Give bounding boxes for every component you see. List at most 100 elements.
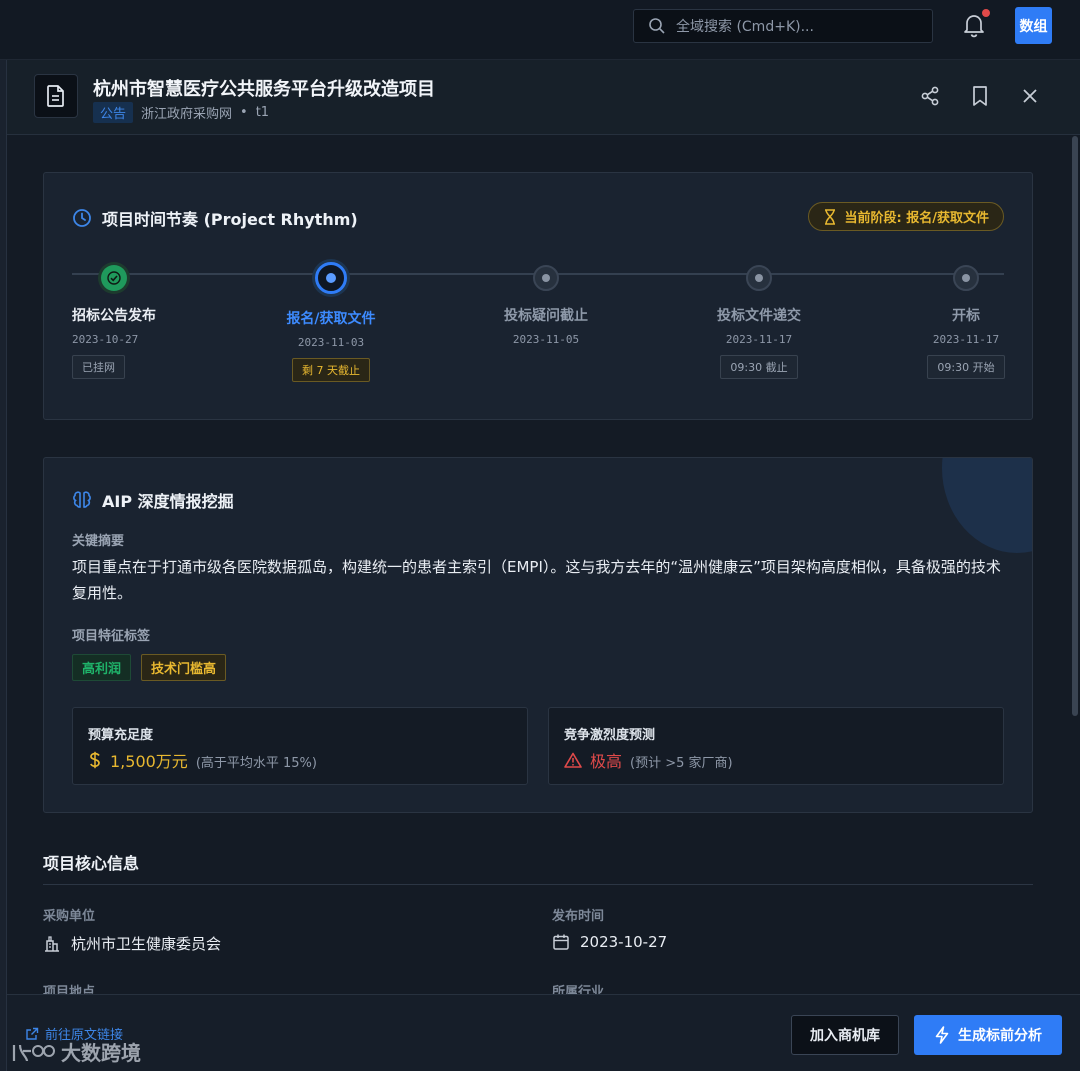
pending-node-icon	[953, 265, 979, 291]
current-stage-badge: 当前阶段: 报名/获取文件	[807, 202, 1004, 231]
step-date: 2023-11-17	[932, 333, 1000, 346]
budget-value: 1,500万元	[110, 752, 188, 771]
competition-stat: 竞争激烈度预测 极高 (预计 >5 家厂商)	[548, 707, 1004, 785]
calendar-icon	[553, 934, 569, 950]
competition-value-row: 极高 (预计 >5 家厂商)	[564, 748, 733, 772]
current-stage-text: 当前阶段: 报名/获取文件	[844, 211, 989, 226]
timeline-step-1[interactable]: 招标公告发布 2023-10-27 已挂网	[72, 265, 212, 379]
page-title: 杭州市智慧医疗公共服务平台升级改造项目	[93, 79, 435, 100]
publish-value: 2023-10-27	[580, 933, 668, 951]
building-icon	[45, 935, 59, 952]
step-name: 投标文件递交	[717, 308, 801, 324]
buyer-value-row: 杭州市卫生健康委员会	[43, 933, 221, 954]
competition-value: 极高	[590, 752, 623, 771]
project-detail-panel: 杭州市智慧医疗公共服务平台升级改造项目 公告 浙江政府采购网 • t1 项目时间…	[6, 60, 1080, 1071]
pending-node-icon	[533, 265, 559, 291]
aip-title: AIP 深度情报挖掘	[72, 488, 234, 512]
source-name: 浙江政府采购网	[141, 107, 233, 122]
key-summary-text: 项目重点在于打通市级各医院数据孤岛，构建统一的患者主索引（EMPI）。这与我方去…	[72, 558, 1001, 602]
budget-value-row: 1,500万元 (高于平均水平 15%)	[88, 748, 317, 772]
step-badge: 已挂网	[72, 355, 125, 379]
buyer-value: 杭州市卫生健康委员会	[71, 935, 222, 953]
watermark-logo-icon	[12, 1044, 55, 1061]
pending-node-icon	[746, 265, 772, 291]
bookmark-icon	[973, 86, 987, 106]
lightning-icon	[935, 1026, 949, 1044]
app-topbar: 全域搜索 (Cmd+K)... 数组	[0, 0, 1080, 60]
panel-scroll-content[interactable]: 项目时间节奏 (Project Rhythm) 当前阶段: 报名/获取文件 招标…	[7, 136, 1080, 994]
notice-type-tag: 公告	[93, 102, 134, 123]
clock-icon	[73, 209, 91, 227]
notification-dot	[982, 9, 990, 17]
industry-label: 所属行业	[552, 985, 605, 994]
rhythm-title: 项目时间节奏 (Project Rhythm)	[72, 206, 358, 230]
location-field: 项目地点	[43, 981, 95, 994]
add-to-opportunities-button[interactable]: 加入商机库	[791, 1015, 899, 1055]
bookmark-button[interactable]	[968, 84, 992, 108]
location-label: 项目地点	[43, 985, 96, 994]
global-search-input[interactable]: 全域搜索 (Cmd+K)...	[633, 9, 933, 43]
step-date: 2023-10-27	[72, 333, 139, 346]
budget-stat: 预算充足度 1,500万元 (高于平均水平 15%)	[72, 707, 528, 785]
share-icon	[921, 86, 939, 106]
step-name: 招标公告发布	[72, 308, 156, 324]
tags-label: 项目特征标签	[72, 629, 151, 644]
summary-label: 关键摘要	[72, 534, 125, 549]
close-icon	[1023, 89, 1037, 103]
generate-analysis-label: 生成标前分析	[958, 1028, 1042, 1044]
budget-label: 预算充足度	[88, 728, 154, 743]
search-icon	[649, 18, 665, 34]
deadline-badge: 剩 7 天截止	[292, 358, 370, 382]
industry-field: 所属行业	[552, 981, 604, 994]
feature-tags: 高利润 技术门槛高	[72, 654, 227, 681]
project-rhythm-card: 项目时间节奏 (Project Rhythm) 当前阶段: 报名/获取文件 招标…	[43, 172, 1033, 420]
publish-value-row: 2023-10-27	[552, 933, 667, 951]
core-info-divider	[43, 884, 1033, 885]
generate-analysis-button[interactable]: 生成标前分析	[914, 1015, 1062, 1055]
step-date: 2023-11-17	[725, 333, 793, 346]
share-button[interactable]	[918, 84, 942, 108]
step-name: 报名/获取文件	[286, 311, 376, 327]
active-node-icon	[315, 262, 347, 294]
tag-high-barrier: 技术门槛高	[141, 654, 227, 681]
step-date: 2023-11-03	[297, 336, 365, 349]
project-meta: 公告 浙江政府采购网 • t1	[93, 102, 269, 123]
step-badge: 09:30 开始	[927, 355, 1005, 379]
scrollbar-thumb[interactable]	[1072, 136, 1078, 716]
close-button[interactable]	[1018, 84, 1042, 108]
brain-icon	[73, 491, 91, 508]
project-ref: t1	[255, 105, 270, 120]
step-name: 开标	[952, 308, 980, 324]
aip-intel-card: AIP 深度情报挖掘 关键摘要 项目重点在于打通市级各医院数据孤岛，构建统一的患…	[43, 457, 1033, 813]
decorative-circle	[942, 458, 1032, 553]
warning-icon	[564, 752, 582, 768]
step-date: 2023-11-05	[512, 333, 580, 346]
timeline-step-3[interactable]: 投标疑问截止 2023-11-05	[476, 265, 616, 346]
budget-note: (高于平均水平 15%)	[195, 756, 317, 771]
search-placeholder: 全域搜索 (Cmd+K)...	[676, 19, 814, 35]
meta-separator: •	[240, 105, 248, 120]
step-name: 投标疑问截止	[504, 308, 588, 324]
document-icon	[34, 74, 78, 118]
competition-label: 竞争激烈度预测	[564, 728, 656, 743]
competition-note: (预计 >5 家厂商)	[630, 756, 733, 771]
watermark-text: 大数跨境	[61, 1041, 141, 1065]
buyer-field: 采购单位 杭州市卫生健康委员会	[43, 905, 221, 954]
panel-footer: 前往原文链接 大数跨境 加入商机库 生成标前分析	[7, 994, 1080, 1071]
publish-label: 发布时间	[552, 909, 605, 924]
publish-date-field: 发布时间 2023-10-27	[552, 905, 667, 951]
core-info-title: 项目核心信息	[43, 854, 140, 873]
panel-header: 杭州市智慧医疗公共服务平台升级改造项目 公告 浙江政府采购网 • t1	[7, 60, 1080, 135]
timeline-step-4[interactable]: 投标文件递交 2023-11-17 09:30 截止	[689, 265, 829, 379]
hourglass-icon	[824, 208, 835, 225]
aip-title-text: AIP 深度情报挖掘	[102, 492, 234, 511]
buyer-label: 采购单位	[43, 909, 96, 924]
tag-high-profit: 高利润	[72, 654, 132, 681]
watermark-logo: 大数跨境	[11, 1037, 141, 1066]
step-badge: 09:30 截止	[720, 355, 798, 379]
rhythm-title-text: 项目时间节奏 (Project Rhythm)	[102, 210, 358, 229]
timeline-step-2[interactable]: 报名/获取文件 2023-11-03 剩 7 天截止	[261, 262, 401, 382]
user-avatar[interactable]: 数组	[1015, 7, 1052, 44]
dollar-icon	[90, 751, 100, 769]
timeline-step-5[interactable]: 开标 2023-11-17 09:30 开始	[896, 265, 1032, 379]
